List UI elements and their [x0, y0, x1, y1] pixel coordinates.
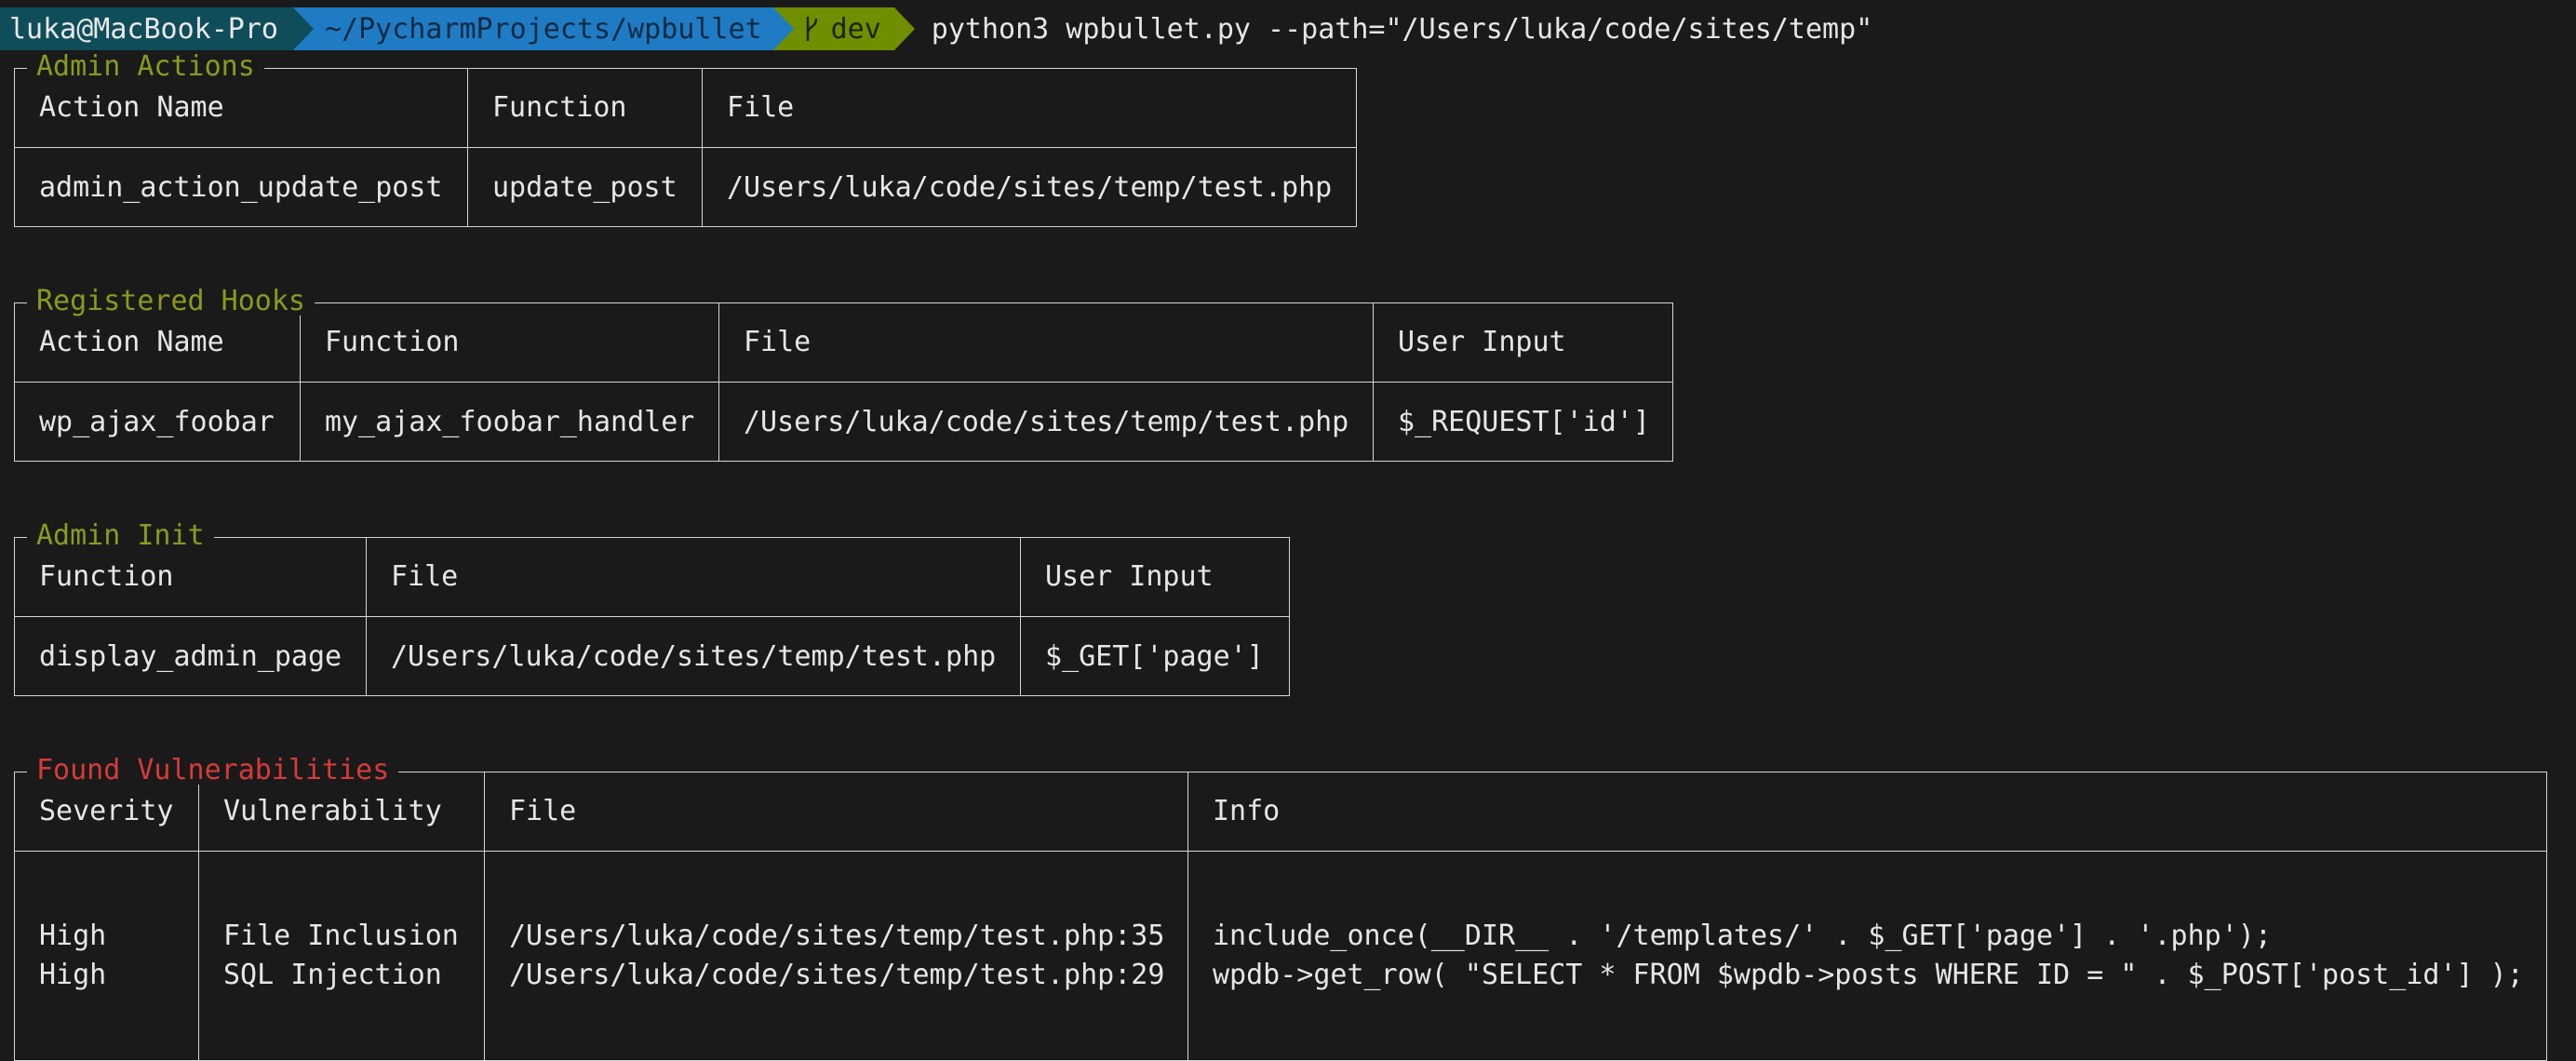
- shell-prompt: luka@MacBook-Pro ~/PycharmProjects/wpbul…: [0, 7, 1872, 50]
- prompt-branch: dev: [830, 12, 881, 46]
- severity-value: High: [39, 920, 107, 952]
- column-header: File: [718, 302, 1374, 383]
- vulnerability-value: SQL Injection: [223, 959, 442, 991]
- admin-init-panel: Admin Init Function File User Input disp…: [14, 522, 1290, 696]
- table-cell: update_post: [467, 147, 703, 227]
- powerline-separator-icon: [772, 7, 794, 50]
- prompt-command: python3 wpbullet.py --path="/Users/luka/…: [931, 12, 1873, 46]
- admin-actions-title: Admin Actions: [27, 53, 264, 81]
- table-cell: display_admin_page: [14, 616, 367, 696]
- column-header: File: [702, 68, 1357, 148]
- vulnerabilities-table: Severity Vulnerability File Info High Hi…: [14, 772, 2547, 1061]
- table-cell: /Users/luka/code/sites/temp/test.php: [702, 147, 1357, 227]
- table-cell: $_GET['page']: [1020, 616, 1290, 696]
- column-header: User Input: [1373, 302, 1673, 383]
- severity-cell: High High: [14, 851, 199, 1061]
- admin-actions-table: Action Name Function File admin_action_u…: [14, 68, 1357, 227]
- info-value: include_once(__DIR__ . '/templates/' . $…: [1213, 920, 2272, 952]
- column-header: Function: [467, 68, 703, 148]
- powerline-separator-icon: [292, 7, 314, 50]
- table-row: wp_ajax_foobar my_ajax_foobar_handler /U…: [14, 382, 1673, 462]
- table-cell: wp_ajax_foobar: [14, 382, 301, 462]
- file-cell: /Users/luka/code/sites/temp/test.php:35 …: [484, 851, 1188, 1061]
- table-cell: admin_action_update_post: [14, 147, 468, 227]
- column-header: Info: [1187, 772, 2547, 852]
- admin-init-title: Admin Init: [27, 522, 214, 550]
- prompt-path-segment: ~/PycharmProjects/wpbullet: [292, 7, 794, 50]
- table-cell: /Users/luka/code/sites/temp/test.php: [718, 382, 1374, 462]
- table-row: admin_action_update_post update_post /Us…: [14, 147, 1357, 227]
- column-header: User Input: [1020, 537, 1290, 617]
- column-header: File: [484, 772, 1188, 852]
- info-value: wpdb->get_row( "SELECT * FROM $wpdb->pos…: [1213, 959, 2524, 991]
- admin-init-table: Function File User Input display_admin_p…: [14, 537, 1290, 696]
- table-row: display_admin_page /Users/luka/code/site…: [14, 616, 1290, 696]
- column-header: File: [366, 537, 1021, 617]
- admin-actions-panel: Admin Actions Action Name Function File …: [14, 53, 1357, 227]
- prompt-user-host-segment: luka@MacBook-Pro: [0, 7, 314, 50]
- table-cell: /Users/luka/code/sites/temp/test.php: [366, 616, 1021, 696]
- prompt-user-host: luka@MacBook-Pro: [9, 12, 278, 46]
- registered-hooks-title: Registered Hooks: [27, 288, 315, 316]
- git-branch-icon: [803, 15, 820, 43]
- registered-hooks-table: Action Name Function File User Input wp_…: [14, 302, 1673, 462]
- vulnerabilities-title: Found Vulnerabilities: [27, 757, 399, 785]
- table-cell: my_ajax_foobar_handler: [300, 382, 719, 462]
- file-value: /Users/luka/code/sites/temp/test.php:35: [509, 920, 1165, 952]
- column-header: Function: [300, 302, 719, 383]
- table-row: High High File Inclusion SQL Injection /…: [14, 851, 2547, 1061]
- vulnerability-cell: File Inclusion SQL Injection: [198, 851, 485, 1061]
- registered-hooks-panel: Registered Hooks Action Name Function Fi…: [14, 288, 1673, 462]
- file-value: /Users/luka/code/sites/temp/test.php:29: [509, 959, 1165, 991]
- prompt-path: ~/PycharmProjects/wpbullet: [324, 12, 762, 46]
- vulnerability-value: File Inclusion: [223, 920, 459, 952]
- vulnerabilities-panel: Found Vulnerabilities Severity Vulnerabi…: [14, 757, 2547, 1061]
- table-cell: $_REQUEST['id']: [1373, 382, 1673, 462]
- powerline-separator-icon: [893, 7, 915, 50]
- severity-value: High: [39, 959, 107, 991]
- info-cell: include_once(__DIR__ . '/templates/' . $…: [1187, 851, 2547, 1061]
